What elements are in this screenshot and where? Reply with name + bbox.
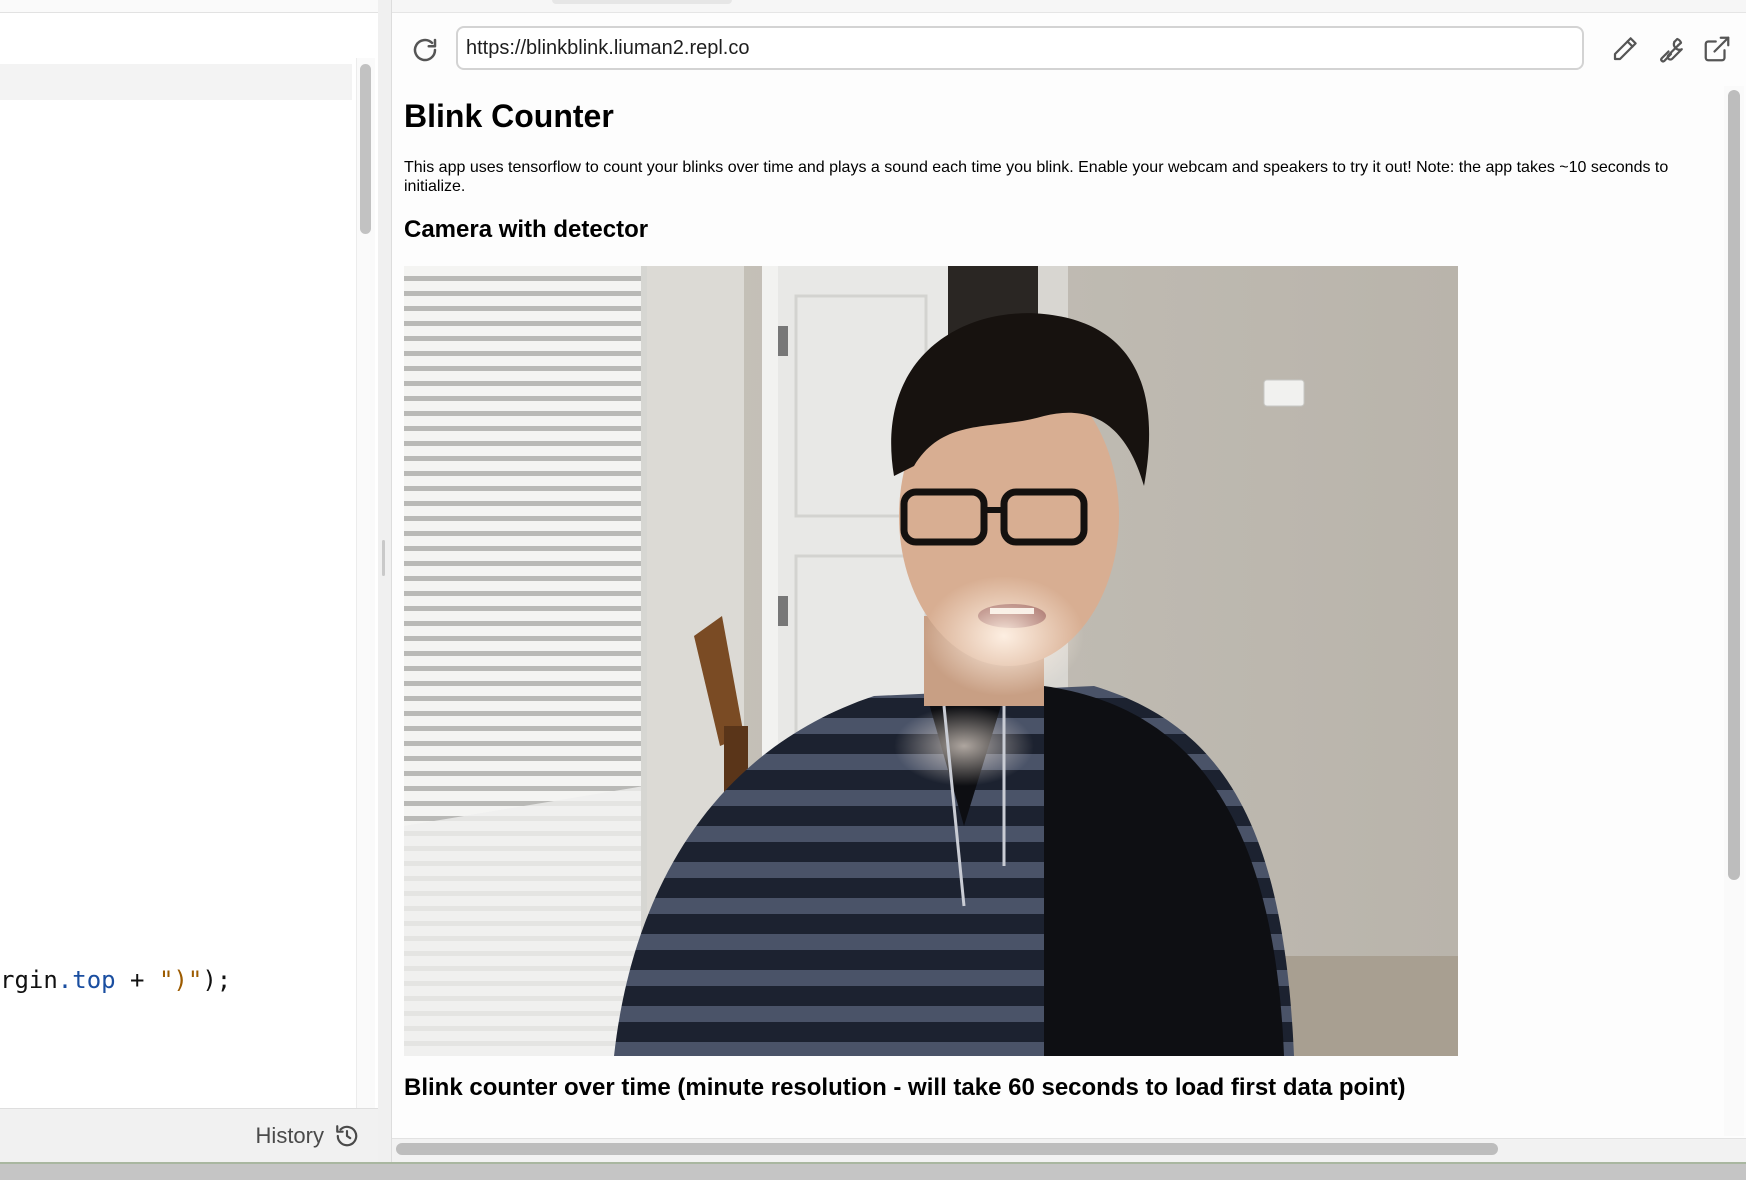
status-bar [0,1162,1746,1180]
rendered-page: Blink Counter This app uses tensorflow t… [404,88,1724,1138]
pencil-icon[interactable] [1610,34,1640,64]
editor-footer: History [0,1108,378,1163]
code-token-punctuation: ); [202,966,232,994]
webview-vertical-scrollbar-thumb[interactable] [1728,90,1740,880]
pane-resize-divider[interactable] [378,0,392,1178]
active-tab-indicator[interactable] [552,0,732,4]
code-token-property: .top [57,966,116,994]
code-token-string: ")" [158,966,203,994]
external-link-icon[interactable] [1702,34,1732,64]
pane-resize-handle[interactable] [382,540,385,576]
url-input[interactable] [456,26,1584,70]
code-token-identifier: rgin [0,966,58,994]
chart-heading: Blink counter over time (minute resoluti… [404,1074,1406,1101]
page-title: Blink Counter [404,98,614,134]
webcam-feed [404,266,1458,1056]
camera-heading: Camera with detector [404,216,649,243]
code-line[interactable]: rgin.top + ")"); [0,966,231,994]
history-label: History [255,1123,324,1148]
page-description: This app uses tensorflow to count your b… [404,159,1669,195]
webview-pane: Blink Counter This app uses tensorflow t… [392,0,1746,1178]
editor-header [0,0,378,13]
code-editor-pane[interactable]: rgin.top + ")"); History [0,0,379,1178]
editor-current-line-highlight [0,64,352,100]
code-token-operator: + [115,966,159,994]
webview-horizontal-scrollbar-thumb[interactable] [396,1143,1498,1155]
wrench-icon[interactable] [1656,34,1686,64]
history-icon [336,1125,358,1147]
webview-tab-strip [392,0,1746,13]
history-button[interactable]: History [256,1117,360,1155]
reload-icon[interactable] [410,35,440,65]
webview-toolbar [392,14,1746,84]
editor-scrollbar-thumb[interactable] [360,64,371,234]
